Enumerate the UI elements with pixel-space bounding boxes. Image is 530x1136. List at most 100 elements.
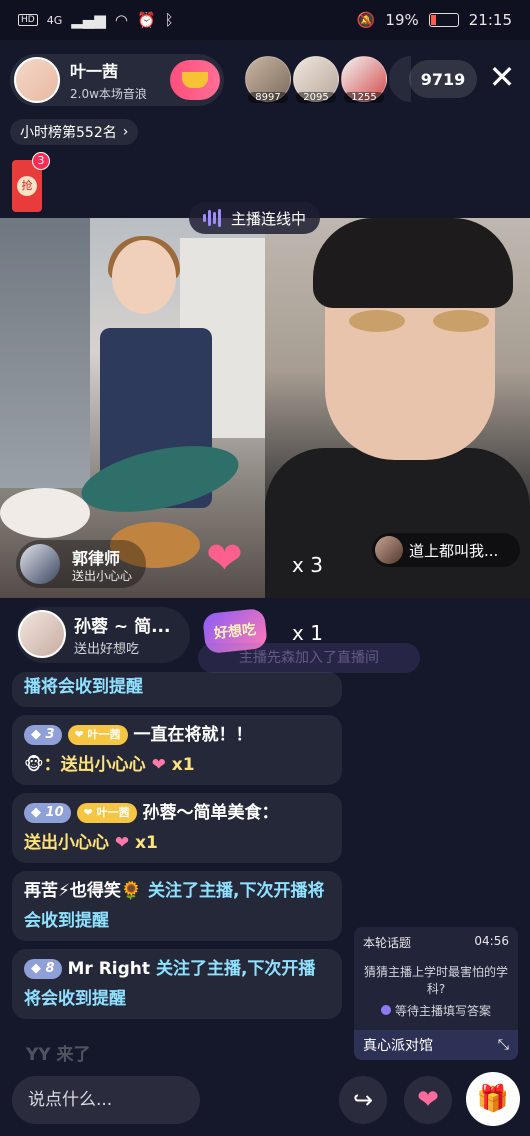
video-figure [433, 310, 489, 332]
gift-combo-count: x 1 [292, 621, 323, 645]
topic-timer: 04:56 [474, 934, 509, 948]
red-packet-button[interactable]: 抢 3 [12, 152, 50, 212]
sender-name: 孙蓉 ~ 简... [74, 617, 171, 637]
level-badge: ◆ 10 [24, 803, 71, 823]
co-host-label: 主播连线中 [231, 209, 307, 228]
guest-avatar [375, 536, 403, 564]
wifi-icon: ◠ [114, 11, 128, 29]
chat-message: ◆ 3 ❤ 叶一茜 一直在将就！！ 🐵：送出小心心 ❤ x1 [12, 715, 342, 785]
level-value: 3 [45, 727, 55, 742]
video-background [0, 218, 90, 488]
close-icon[interactable]: ✕ [486, 61, 518, 94]
heart-icon: ❤ [151, 755, 166, 775]
chat-text: 送出小心心 [24, 833, 109, 853]
host-subtitle: 2.0w本场音浪 [70, 87, 147, 101]
signal-bars-icon: ▂▄▆ [71, 11, 106, 29]
chat-message: 播将会收到提醒 [12, 672, 342, 707]
level-value: 10 [45, 805, 64, 820]
co-host-indicator: 主播连线中 [189, 202, 321, 234]
host-info[interactable]: 叶一茜 2.0w本场音浪 [10, 54, 224, 106]
viewer-avatar[interactable]: 8997 [245, 56, 291, 103]
chat-username[interactable]: Mr Right [68, 959, 151, 979]
entrance-message: YY 来了 [26, 1045, 91, 1065]
level-badge: ◆ 3 [24, 725, 62, 745]
top-viewers: 8997 2095 1255 [245, 56, 411, 103]
gift-notice[interactable]: 孙蓉 ~ 简... 送出好想吃 [16, 607, 190, 663]
bottom-bar: 说点什么... ↪ ❤ 🎁 [0, 1068, 530, 1136]
clock: 21:15 [468, 11, 512, 29]
viewer-count: 8997 [248, 92, 288, 103]
red-packet-badge: 3 [32, 152, 50, 170]
avatar-emoji: 🐵 [24, 755, 44, 775]
gift-icon[interactable]: 🎁 [466, 1072, 520, 1126]
topic-status: 等待主播填写答案 [354, 1002, 518, 1019]
sender-name: 郭律师 [72, 549, 121, 568]
fan-badge-label: 叶一茜 [96, 806, 130, 819]
hourly-rank-button[interactable]: 小时榜第552名 › [10, 119, 139, 145]
mute-icon: 🔕 [356, 11, 376, 29]
fan-badge: ❤ 叶一茜 [67, 725, 128, 745]
fan-club-icon [182, 72, 208, 88]
alarm-icon: ⏰ [136, 11, 156, 29]
entrance-banner: 主播先森加入了直播间 [198, 643, 420, 673]
topic-footer[interactable]: 真心派对馆 ⤡ [354, 1030, 518, 1060]
topic-status-text: 等待主播填写答案 [394, 1004, 491, 1018]
chat-username[interactable]: 再苦⚡也得笑🌻 [24, 881, 142, 901]
signal-indicator: 4G [46, 13, 63, 27]
chat-message: 再苦⚡也得笑🌻 关注了主播,下次开播将会收到提醒 [12, 871, 342, 941]
level-badge: ◆ 8 [24, 959, 62, 979]
viewer-avatar-partial [389, 56, 411, 102]
chat-text: 播将会收到提醒 [24, 677, 143, 697]
host-name: 叶一茜 [70, 62, 119, 81]
host-avatar[interactable] [14, 57, 60, 103]
sender-avatar[interactable] [20, 544, 60, 584]
chat-username[interactable]: 一直在将就！！ [133, 725, 252, 745]
guest-name-bubble[interactable]: 道上都叫我... [372, 533, 520, 567]
chat-list[interactable]: 播将会收到提醒 ◆ 3 ❤ 叶一茜 一直在将就！！ 🐵：送出小心心 ❤ x1 ◆… [12, 672, 342, 1027]
live-top-bar: 叶一茜 2.0w本场音浪 8997 2095 1255 9719 ✕ [0, 48, 530, 110]
battery-percent: 19% [385, 11, 419, 29]
gift-count: x1 [171, 755, 195, 775]
video-figure [349, 310, 405, 332]
follow-button[interactable] [170, 60, 220, 100]
viewer-count: 1255 [344, 92, 384, 103]
gift-notice[interactable]: 郭律师 送出小心心 [16, 540, 146, 588]
comment-input[interactable]: 说点什么... [12, 1076, 200, 1124]
topic-title: 本轮话题 [363, 936, 412, 950]
fan-badge-label: 叶一茜 [87, 728, 121, 741]
video-background [180, 238, 265, 438]
topic-card[interactable]: 本轮话题 04:56 猜猜主播上学时最害怕的学科? 等待主播填写答案 真心派对馆… [354, 927, 518, 1060]
fan-badge: ❤ 叶一茜 [76, 803, 137, 823]
status-dot-icon [380, 1005, 391, 1015]
chat-text: ：送出小心心 [43, 755, 146, 775]
guest-name: 道上都叫我... [409, 541, 499, 560]
viewer-count: 2095 [296, 92, 336, 103]
topic-question: 猜猜主播上学时最害怕的学科? [363, 965, 508, 996]
chevron-right-icon: › [122, 124, 129, 140]
gift-description: 送出小心心 [72, 569, 133, 583]
expand-icon[interactable]: ⤡ [498, 1037, 509, 1053]
hd-indicator: HD [18, 14, 38, 26]
sender-avatar[interactable] [18, 610, 66, 658]
heart-icon[interactable]: ❤ [404, 1076, 452, 1124]
red-packet-label: 抢 [17, 176, 37, 196]
chat-message: ◆ 10 ❤ 叶一茜 孙蓉～简单美食： 送出小心心 ❤ x1 [12, 793, 342, 863]
gift-combo-count: x 3 [292, 553, 323, 577]
chat-message: ◆ 8 Mr Right 关注了主播,下次开播将会收到提醒 [12, 949, 342, 1019]
audience-count[interactable]: 9719 [409, 60, 477, 98]
share-icon[interactable]: ↪ [339, 1076, 387, 1124]
chat-username[interactable]: 孙蓉～简单美食： [143, 803, 279, 823]
battery-icon [428, 13, 459, 27]
topic-room-name: 真心派对馆 [363, 1038, 433, 1054]
status-bar: HD 4G ▂▄▆ ◠ ⏰ ᛒ 🔕 19% 21:15 [0, 0, 530, 40]
rank-label: 小时榜第552名 [20, 125, 117, 141]
viewer-avatar[interactable]: 2095 [293, 56, 339, 103]
gift-count: x1 [135, 833, 158, 853]
viewer-avatar[interactable]: 1255 [341, 56, 387, 103]
audio-wave-icon [203, 209, 221, 227]
heart-icon: ❤ [114, 833, 130, 853]
level-value: 8 [45, 961, 55, 976]
heart-gift-icon: ❤ [206, 533, 243, 584]
bluetooth-icon: ᛒ [164, 11, 174, 29]
gift-description: 送出好想吃 [74, 642, 140, 657]
